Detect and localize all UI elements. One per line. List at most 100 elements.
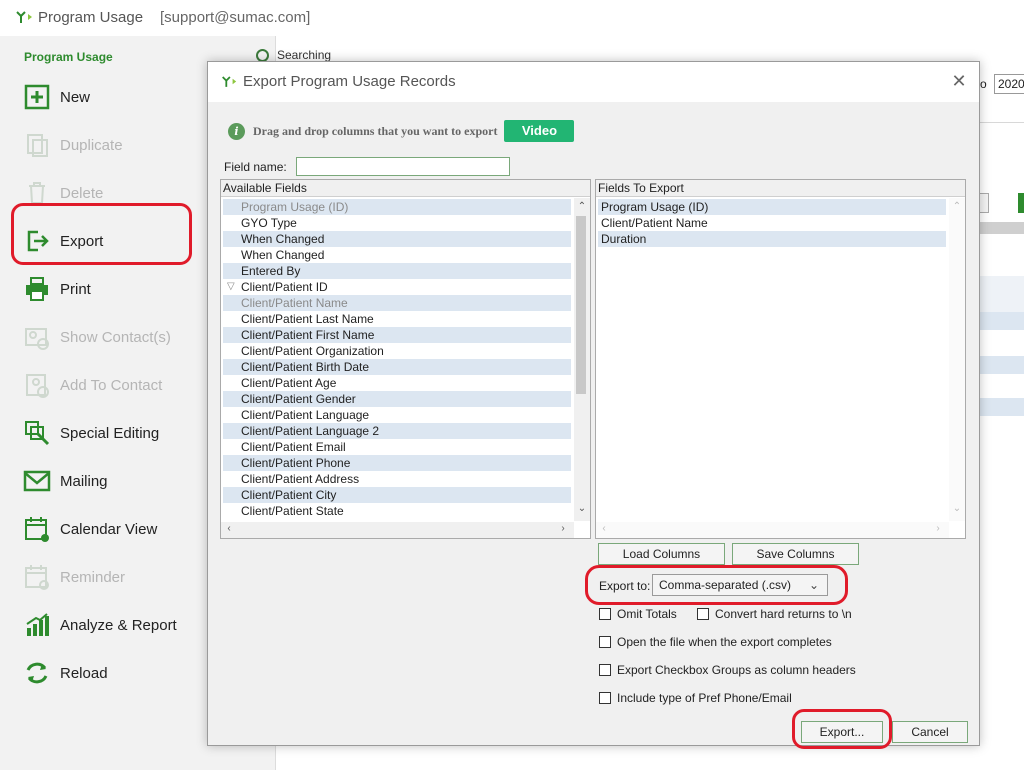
scroll-right-icon[interactable]: › (932, 523, 944, 534)
available-field-label: Client/Patient City (241, 488, 337, 502)
checkbox-groups-option[interactable]: Export Checkbox Groups as column headers (599, 663, 856, 677)
vertical-scrollbar[interactable]: ⌃ ⌄ (574, 198, 590, 521)
available-field-row[interactable]: Client/Patient Last Name (223, 311, 571, 327)
export-dialog: Export Program Usage Records ✕ i Drag an… (207, 61, 980, 749)
scroll-left-icon[interactable]: ‹ (223, 523, 235, 534)
available-field-row[interactable]: Client/Patient Gender (223, 391, 571, 407)
year-field[interactable]: 2020 (994, 74, 1024, 94)
contact-card-icon (22, 322, 52, 352)
sidebar-item-label: Duplicate (60, 136, 123, 154)
available-field-row[interactable]: Client/Patient Phone (223, 455, 571, 471)
open-file-option[interactable]: Open the file when the export completes (599, 635, 832, 649)
available-field-row[interactable]: Program Usage (ID) (223, 199, 571, 215)
convert-returns-checkbox[interactable] (697, 608, 709, 620)
open-file-checkbox[interactable] (599, 636, 611, 648)
available-field-row[interactable]: Client/Patient Organization (223, 343, 571, 359)
available-field-row[interactable]: Client/Patient Age (223, 375, 571, 391)
scroll-up-icon[interactable]: ⌃ (576, 201, 588, 212)
searching-toggle[interactable]: Searching (256, 48, 331, 62)
vertical-scrollbar[interactable]: ⌃ ⌄ (949, 198, 965, 521)
export-field-row[interactable]: Duration (598, 231, 946, 247)
field-name-label: Field name: (224, 160, 287, 174)
available-field-row[interactable]: Client/Patient Address (223, 471, 571, 487)
available-field-label: Client/Patient Organization (241, 344, 384, 358)
available-field-row[interactable]: Client/Patient State (223, 503, 571, 519)
available-field-label: When Changed (241, 232, 325, 246)
available-field-row[interactable]: When Changed (223, 231, 571, 247)
scroll-right-icon[interactable]: › (557, 523, 569, 534)
available-field-row[interactable]: GYO Type (223, 215, 571, 231)
title-bar: Program Usage [support@sumac.com] (0, 0, 1024, 36)
omit-totals-option[interactable]: Omit Totals (599, 607, 677, 621)
horizontal-scrollbar[interactable]: ‹ › (596, 522, 949, 538)
sidebar-item-label: Show Contact(s) (60, 328, 171, 346)
background-green-button[interactable] (1018, 193, 1024, 213)
background-row (976, 312, 1024, 330)
field-name-input[interactable] (296, 157, 510, 176)
fields-to-export-list[interactable]: Fields To Export Program Usage (ID) Clien… (595, 179, 966, 539)
available-field-label: Program Usage (ID) (241, 200, 349, 214)
scroll-left-icon[interactable]: ‹ (598, 523, 610, 534)
scrollbar-thumb[interactable] (576, 216, 586, 394)
export-format-highlight-ring (585, 565, 848, 605)
cancel-button[interactable]: Cancel (892, 721, 968, 743)
export-field-row[interactable]: Program Usage (ID) (598, 199, 946, 215)
reminder-icon (22, 562, 52, 592)
available-field-label: Client/Patient Name (241, 296, 348, 310)
available-field-label: Client/Patient Gender (241, 392, 356, 406)
checkbox-groups-checkbox[interactable] (599, 664, 611, 676)
available-field-row[interactable]: Client/Patient First Name (223, 327, 571, 343)
convert-returns-option[interactable]: Convert hard returns to \n (697, 607, 852, 621)
open-file-label: Open the file when the export completes (617, 635, 832, 649)
export-field-label: Duration (601, 232, 647, 246)
bar-chart-icon (22, 610, 52, 640)
available-field-row[interactable]: Client/Patient City (223, 487, 571, 503)
horizontal-scrollbar[interactable]: ‹ › (221, 522, 574, 538)
duplicate-icon (22, 130, 52, 160)
load-columns-button[interactable]: Load Columns (598, 543, 725, 565)
scroll-down-icon[interactable]: ⌄ (576, 503, 588, 514)
available-fields-list[interactable]: Available Fields Program Usage (ID) GYO T… (220, 179, 591, 539)
available-field-row[interactable]: Entered By (223, 263, 571, 279)
checkbox-groups-label: Export Checkbox Groups as column headers (617, 663, 856, 677)
dialog-header: Export Program Usage Records ✕ (208, 62, 979, 102)
printer-icon (22, 274, 52, 304)
available-field-label: GYO Type (241, 216, 297, 230)
sidebar-item-label: Delete (60, 184, 104, 202)
close-icon[interactable]: ✕ (950, 72, 968, 90)
omit-totals-checkbox[interactable] (599, 608, 611, 620)
pref-phone-option[interactable]: Include type of Pref Phone/Email (599, 691, 792, 705)
background-scrollbar (980, 222, 1024, 234)
available-field-row[interactable]: Client/Patient Birth Date (223, 359, 571, 375)
save-columns-button[interactable]: Save Columns (732, 543, 859, 565)
sidebar-item-label: Special Editing (60, 424, 160, 442)
support-email: [support@sumac.com] (160, 9, 311, 26)
expand-triangle-icon[interactable]: ▽ (227, 279, 235, 295)
available-field-row[interactable]: Client/Patient Name (223, 295, 571, 311)
available-field-label: Entered By (241, 264, 301, 278)
convert-returns-label: Convert hard returns to \n (715, 607, 852, 621)
export-field-label: Program Usage (ID) (601, 200, 709, 214)
divider (980, 122, 1024, 123)
plus-box-icon (22, 82, 52, 112)
pref-phone-checkbox[interactable] (599, 692, 611, 704)
sidebar-item-label: Reminder (60, 568, 126, 586)
sidebar-item-label: Print (60, 280, 91, 298)
scroll-down-icon[interactable]: ⌄ (951, 503, 963, 514)
sidebar-item-label: New (60, 88, 91, 106)
available-field-row[interactable]: Client/Patient Email (223, 439, 571, 455)
available-field-label: Client/Patient Birth Date (241, 360, 370, 374)
scroll-up-icon[interactable]: ⌃ (951, 201, 963, 212)
export-field-row[interactable]: Client/Patient Name (598, 215, 946, 231)
available-field-label: Client/Patient Last Name (241, 312, 374, 326)
export-highlight-ring (11, 203, 192, 265)
available-field-label: Client/Patient First Name (241, 328, 375, 342)
available-field-row[interactable]: ▽ Client/Patient ID (223, 279, 571, 295)
available-field-label: Client/Patient ID (241, 280, 328, 294)
video-button[interactable]: Video (504, 120, 575, 142)
available-field-label: Client/Patient Language (241, 408, 370, 422)
available-field-row[interactable]: Client/Patient Language (223, 407, 571, 423)
export-field-label: Client/Patient Name (601, 216, 708, 230)
available-field-row[interactable]: Client/Patient Language 2 (223, 423, 571, 439)
available-field-row[interactable]: When Changed (223, 247, 571, 263)
